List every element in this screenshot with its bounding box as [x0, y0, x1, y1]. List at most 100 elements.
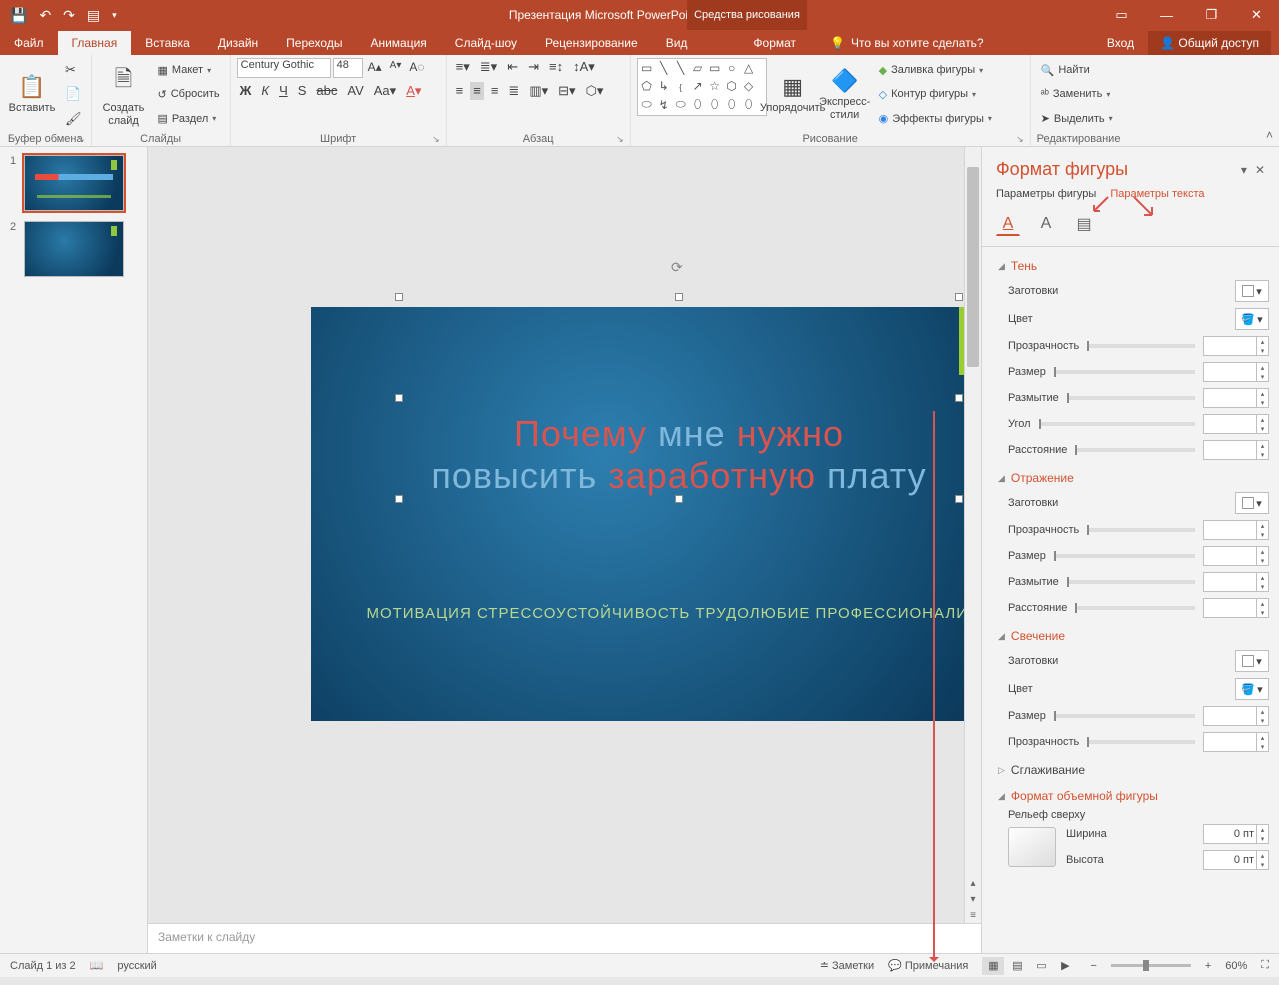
quick-styles-button[interactable]: 🔷 Экспресс-стили	[819, 58, 871, 131]
save-icon[interactable]: 💾	[10, 7, 27, 24]
section-reflection[interactable]: ◢Отражение	[990, 467, 1279, 489]
section-shadow[interactable]: ◢Тень	[990, 255, 1279, 277]
align-left-icon[interactable]: ≡	[453, 82, 467, 100]
tab-home[interactable]: Главная	[58, 31, 132, 55]
font-name-combo[interactable]: Century Gothic	[237, 58, 331, 78]
refl-distance-spin[interactable]: ▴▾	[1203, 598, 1269, 618]
tab-text-options[interactable]: Параметры текста	[1110, 188, 1204, 200]
bold-icon[interactable]: Ж	[237, 82, 255, 100]
zoom-in-icon[interactable]: +	[1205, 960, 1211, 972]
glow-transparency-slider[interactable]	[1087, 740, 1195, 744]
text-fill-tab-icon[interactable]: A	[996, 212, 1020, 236]
vertical-scrollbar[interactable]: ▴ ▾ ≡	[964, 147, 981, 923]
underline-icon[interactable]: Ч	[276, 82, 291, 100]
redo-icon[interactable]: ↷	[63, 7, 75, 24]
resize-handle[interactable]	[395, 495, 403, 503]
font-size-combo[interactable]: 48	[333, 58, 363, 78]
notes-toggle[interactable]: ≐ Заметки	[820, 959, 874, 972]
pane-menu-icon[interactable]: ▾	[1241, 163, 1247, 177]
share-button[interactable]: 👤 Общий доступ	[1148, 31, 1271, 55]
notes-pane[interactable]: Заметки к слайду	[148, 923, 981, 953]
slideshow-view-icon[interactable]: ▶	[1054, 957, 1076, 975]
normal-view-icon[interactable]: ▦	[982, 957, 1004, 975]
section-soft-edges[interactable]: ▷Сглаживание	[990, 759, 1279, 781]
glow-size-slider[interactable]	[1054, 714, 1195, 718]
size-slider[interactable]	[1054, 370, 1195, 374]
refl-blur-slider[interactable]	[1067, 580, 1195, 584]
transparency-spin[interactable]: ▴▾	[1203, 336, 1269, 356]
resize-handle[interactable]	[955, 495, 963, 503]
scroll-down-icon[interactable]: ▾	[965, 891, 981, 907]
thumbnail-2[interactable]: 2	[10, 221, 137, 277]
resize-handle[interactable]	[675, 495, 683, 503]
glow-presets-button[interactable]: ▾	[1235, 650, 1269, 672]
dec-indent-icon[interactable]: ⇤	[504, 58, 521, 76]
ribbon-display-icon[interactable]: ▭	[1099, 0, 1144, 30]
reflection-presets-button[interactable]: ▾	[1235, 492, 1269, 514]
signin-link[interactable]: Вход	[1099, 31, 1142, 55]
refl-transparency-spin[interactable]: ▴▾	[1203, 520, 1269, 540]
text-effects-tab-icon[interactable]: A	[1034, 212, 1058, 236]
format-painter-icon[interactable]: 🖌	[62, 110, 85, 128]
section-glow[interactable]: ◢Свечение	[990, 625, 1279, 647]
undo-icon[interactable]: ↶	[39, 7, 51, 24]
resize-handle[interactable]	[395, 293, 403, 301]
justify-icon[interactable]: ≣	[505, 82, 522, 100]
language-status[interactable]: русский	[117, 960, 156, 972]
clipboard-dialog-icon[interactable]: ↘	[77, 134, 85, 145]
bullets-icon[interactable]: ≡▾	[453, 58, 473, 76]
drawing-dialog-icon[interactable]: ↘	[1016, 134, 1024, 145]
text-direction-icon[interactable]: ↕A▾	[570, 58, 598, 76]
blur-spin[interactable]: ▴▾	[1203, 388, 1269, 408]
tab-design[interactable]: Дизайн	[204, 31, 272, 55]
section-button[interactable]: ▤Раздел▾	[154, 110, 224, 127]
clear-format-icon[interactable]: A◌	[406, 58, 427, 78]
paragraph-dialog-icon[interactable]: ↘	[616, 134, 624, 145]
pane-options[interactable]: ▾✕	[1241, 163, 1265, 177]
distance-slider[interactable]	[1075, 448, 1195, 452]
align-right-icon[interactable]: ≡	[488, 82, 502, 100]
glow-color-button[interactable]: 🪣▾	[1235, 678, 1269, 700]
angle-spin[interactable]: ▴▾	[1203, 414, 1269, 434]
qat-more-icon[interactable]: ▾	[112, 10, 117, 21]
shadow-color-button[interactable]: 🪣▾	[1235, 308, 1269, 330]
maximize-icon[interactable]: ❐	[1189, 0, 1234, 30]
spellcheck-icon[interactable]: 📖	[90, 959, 104, 972]
pane-close-icon[interactable]: ✕	[1255, 163, 1265, 177]
shape-effects-button[interactable]: ◉Эффекты фигуры▾	[875, 110, 996, 127]
zoom-level[interactable]: 60%	[1225, 960, 1247, 972]
transparency-slider[interactable]	[1087, 344, 1195, 348]
tab-animation[interactable]: Анимация	[356, 31, 440, 55]
resize-handle[interactable]	[675, 293, 683, 301]
align-text-icon[interactable]: ⊟▾	[555, 82, 578, 100]
refl-blur-spin[interactable]: ▴▾	[1203, 572, 1269, 592]
refl-size-slider[interactable]	[1054, 554, 1195, 558]
zoom-out-icon[interactable]: −	[1090, 960, 1096, 972]
numbering-icon[interactable]: ≣▾	[477, 58, 500, 76]
title-textbox[interactable]: ⟳ Почему мне нужно	[399, 297, 959, 517]
tab-file[interactable]: Файл	[0, 31, 58, 55]
italic-icon[interactable]: К	[258, 82, 272, 100]
glow-size-spin[interactable]: ▴▾	[1203, 706, 1269, 726]
inc-indent-icon[interactable]: ⇥	[525, 58, 542, 76]
align-center-icon[interactable]: ≡	[470, 82, 484, 100]
tab-view[interactable]: Вид	[652, 31, 702, 55]
close-icon[interactable]: ✕	[1234, 0, 1279, 30]
tab-format[interactable]: Формат	[739, 31, 810, 55]
slide-counter[interactable]: Слайд 1 из 2	[10, 960, 76, 972]
strike-icon[interactable]: abc	[313, 82, 340, 100]
section-3d-format[interactable]: ◢Формат объемной фигуры	[990, 785, 1279, 807]
scroll-up-icon[interactable]: ▴	[965, 875, 981, 891]
shapes-gallery[interactable]: ▭╲╲▱▭○△ ⬠↳﹛↗☆⬡◇ ⬭↯⬭⬯⬯⬯⬯	[637, 58, 767, 116]
rotate-handle-icon[interactable]: ⟳	[671, 259, 683, 276]
tell-me[interactable]: 💡 Что вы хотите сделать?	[820, 31, 994, 55]
resize-handle[interactable]	[955, 394, 963, 402]
reading-view-icon[interactable]: ▭	[1030, 957, 1052, 975]
minimize-icon[interactable]: —	[1144, 0, 1189, 30]
arrange-button[interactable]: ▦ Упорядочить	[767, 58, 819, 131]
tab-transitions[interactable]: Переходы	[272, 31, 356, 55]
grow-font-icon[interactable]: A▴	[365, 58, 385, 78]
start-from-beginning-icon[interactable]: ▤	[87, 7, 100, 24]
zoom-slider[interactable]	[1111, 964, 1191, 967]
resize-handle[interactable]	[395, 394, 403, 402]
